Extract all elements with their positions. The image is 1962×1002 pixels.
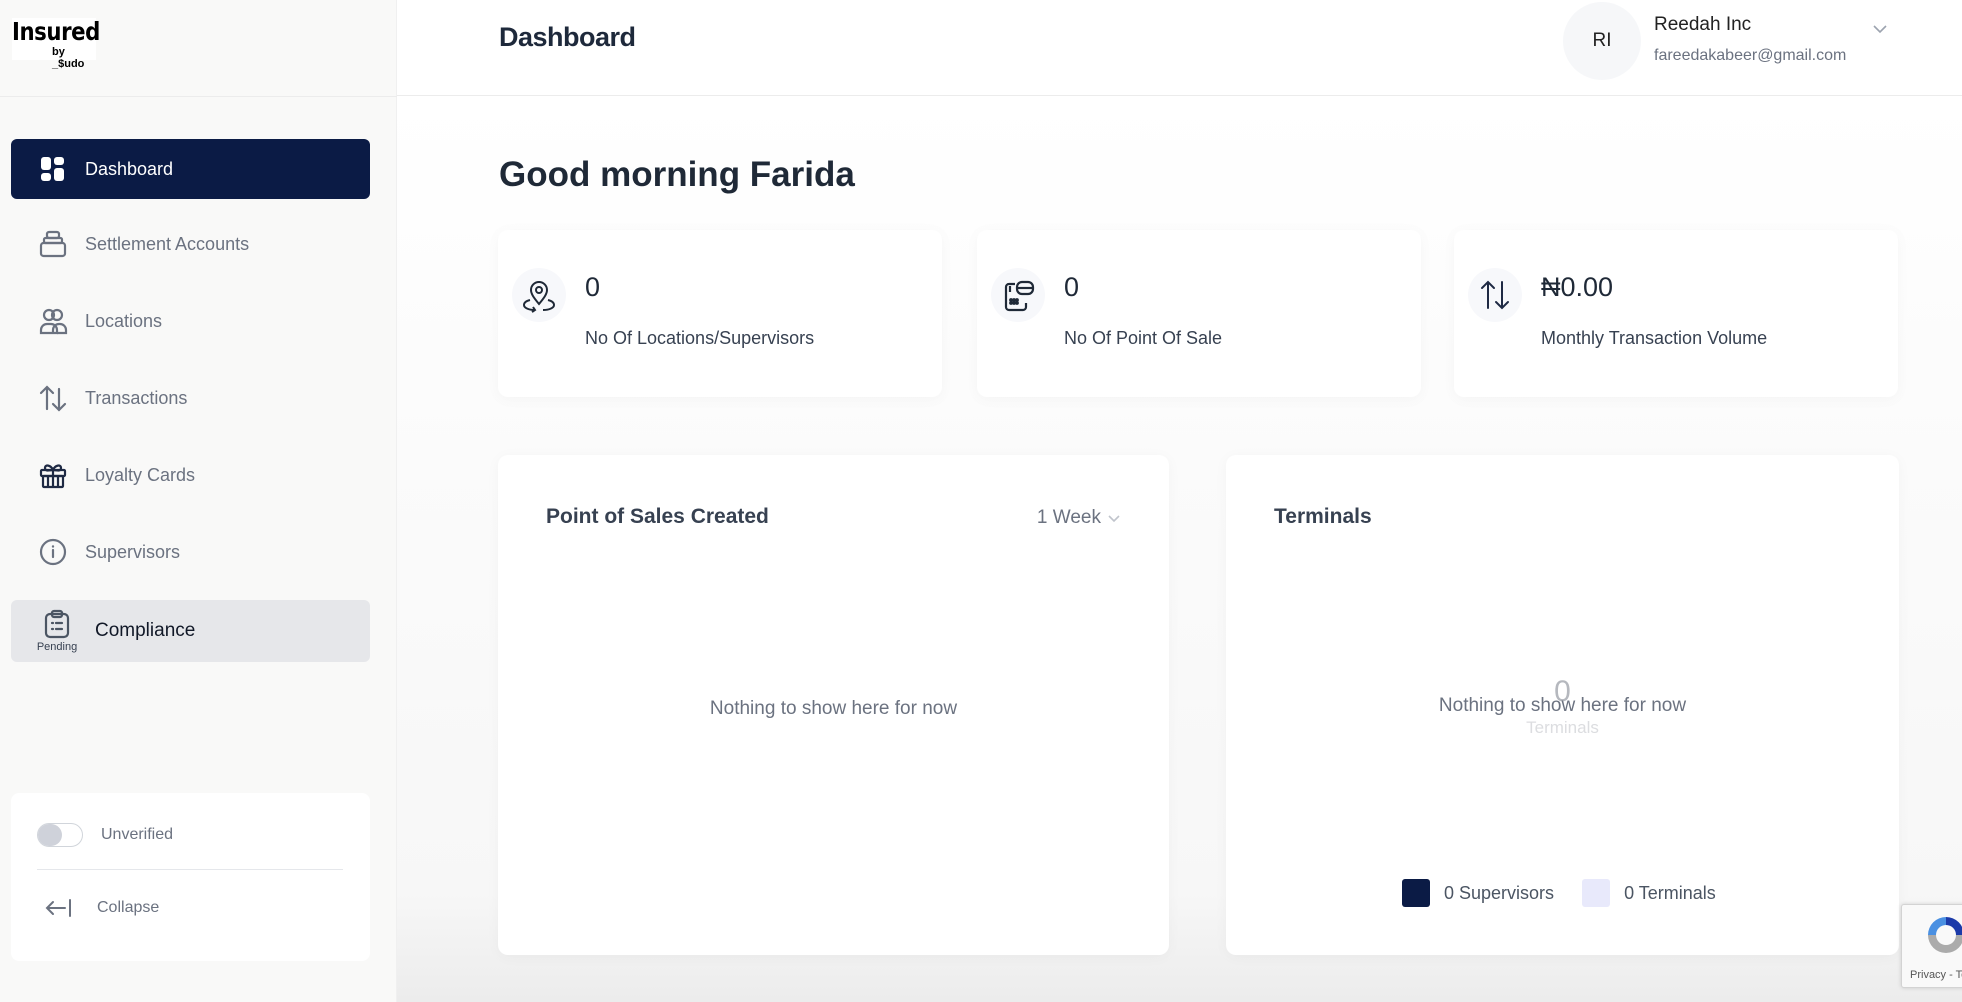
legend-item-terminals: 0 Terminals bbox=[1582, 879, 1716, 907]
pos-created-panel: Point of Sales Created 1 Week Nothing to… bbox=[498, 455, 1169, 955]
sidebar-divider bbox=[0, 96, 397, 97]
empty-state-message: Nothing to show here for now bbox=[1438, 695, 1687, 716]
user-name[interactable]: Reedah Inc bbox=[1654, 14, 1751, 36]
sidebar-item-label: Compliance bbox=[95, 620, 196, 641]
divider bbox=[37, 869, 343, 870]
legend-swatch bbox=[1582, 879, 1611, 907]
stat-card-locations: 0 No Of Locations/Supervisors bbox=[498, 230, 942, 397]
compliance-icon-wrap: Pending bbox=[31, 609, 83, 653]
recaptcha-icon bbox=[1928, 917, 1962, 953]
sidebar-item-compliance[interactable]: Pending Compliance bbox=[11, 600, 370, 662]
recaptcha-badge[interactable]: Privacy - Terms bbox=[1901, 904, 1962, 988]
sidebar-item-loyalty-cards[interactable]: Loyalty Cards bbox=[11, 445, 370, 505]
stat-label: No Of Locations/Supervisors bbox=[585, 328, 815, 348]
logo-subtitle: by _$udo bbox=[52, 46, 85, 70]
sidebar-item-label: Transactions bbox=[85, 387, 188, 408]
main-content: Good morning Farida 0 No Of Locations/Su… bbox=[397, 97, 1962, 1002]
arrows-up-down-icon bbox=[37, 382, 69, 414]
panel-title: Point of Sales Created bbox=[546, 505, 769, 528]
legend-swatch bbox=[1402, 879, 1430, 907]
top-header: Dashboard RI Reedah Inc fareedakabeer@gm… bbox=[397, 0, 1962, 96]
sidebar-item-settlement-accounts[interactable]: Settlement Accounts bbox=[11, 214, 370, 274]
verification-toggle[interactable] bbox=[37, 823, 83, 847]
avatar[interactable]: RI bbox=[1563, 2, 1641, 80]
sidebar-item-label: Locations bbox=[85, 310, 163, 331]
users-icon bbox=[37, 305, 69, 337]
period-value: 1 Week bbox=[1036, 507, 1101, 528]
sidebar-item-supervisors[interactable]: Supervisors bbox=[11, 522, 370, 582]
logo[interactable]: Insured by _$udo bbox=[12, 18, 100, 70]
sidebar-item-locations[interactable]: Locations bbox=[11, 291, 370, 351]
user-email: fareedakabeer@gmail.com bbox=[1654, 47, 1847, 64]
logo-brand: Insured bbox=[12, 17, 100, 46]
dashboard-grid-icon bbox=[37, 153, 69, 185]
chevron-down-icon[interactable] bbox=[1871, 20, 1889, 38]
verification-status-label: Unverified bbox=[101, 826, 174, 843]
sidebar-item-label: Settlement Accounts bbox=[85, 233, 250, 254]
info-circle-icon bbox=[37, 536, 69, 568]
sidebar: Insured by _$udo Dashboard Settlement Ac… bbox=[0, 0, 397, 1002]
stat-label: No Of Point Of Sale bbox=[1064, 328, 1223, 348]
sidebar-item-transactions[interactable]: Transactions bbox=[11, 368, 370, 428]
sidebar-bottom-panel: Unverified Collapse bbox=[11, 793, 370, 961]
stat-card-pos: 0 No Of Point Of Sale bbox=[977, 230, 1421, 397]
period-select[interactable]: 1 Week bbox=[1037, 507, 1121, 529]
sidebar-item-label: Supervisors bbox=[85, 541, 181, 562]
sidebar-item-label: Loyalty Cards bbox=[85, 464, 196, 485]
clipboard-list-icon bbox=[44, 609, 70, 639]
recaptcha-text[interactable]: Privacy - Terms bbox=[1910, 969, 1962, 981]
stat-label: Monthly Transaction Volume bbox=[1541, 328, 1768, 348]
legend-label: 0 Terminals bbox=[1624, 882, 1716, 903]
location-pin-icon bbox=[512, 268, 566, 322]
arrows-up-down-icon bbox=[1468, 268, 1522, 322]
legend-label: 0 Supervisors bbox=[1444, 882, 1555, 903]
legend-item-supervisors: 0 Supervisors bbox=[1402, 879, 1554, 907]
verification-toggle-row: Unverified bbox=[37, 823, 173, 847]
toggle-knob bbox=[38, 824, 62, 846]
empty-state-message: Nothing to show here for now bbox=[709, 698, 958, 719]
pending-badge: Pending bbox=[36, 641, 78, 653]
chevron-down-icon bbox=[1108, 515, 1120, 523]
gift-icon bbox=[37, 459, 69, 491]
panel-title: Terminals bbox=[1274, 505, 1372, 528]
greeting: Good morning Farida bbox=[499, 155, 855, 194]
page-title: Dashboard bbox=[499, 22, 636, 52]
terminals-panel: Terminals 0 Terminals Nothing to show he… bbox=[1226, 455, 1899, 955]
sidebar-item-label: Dashboard bbox=[85, 158, 174, 179]
donut-center-caption: Terminals bbox=[1526, 718, 1599, 737]
chart-legend: 0 Supervisors 0 Terminals bbox=[1402, 879, 1744, 907]
stat-card-transaction-volume: ₦0.00 Monthly Transaction Volume bbox=[1454, 230, 1898, 397]
collapse-label: Collapse bbox=[97, 899, 160, 916]
sidebar-item-dashboard[interactable]: Dashboard bbox=[11, 139, 370, 199]
stacked-box-icon bbox=[37, 228, 69, 260]
stat-value: ₦0.00 bbox=[1541, 272, 1614, 302]
pos-terminal-icon bbox=[991, 268, 1045, 322]
collapse-button[interactable]: Collapse bbox=[45, 897, 159, 919]
stat-value: 0 bbox=[585, 272, 601, 302]
stat-value: 0 bbox=[1064, 272, 1080, 302]
collapse-arrow-icon bbox=[45, 899, 71, 917]
